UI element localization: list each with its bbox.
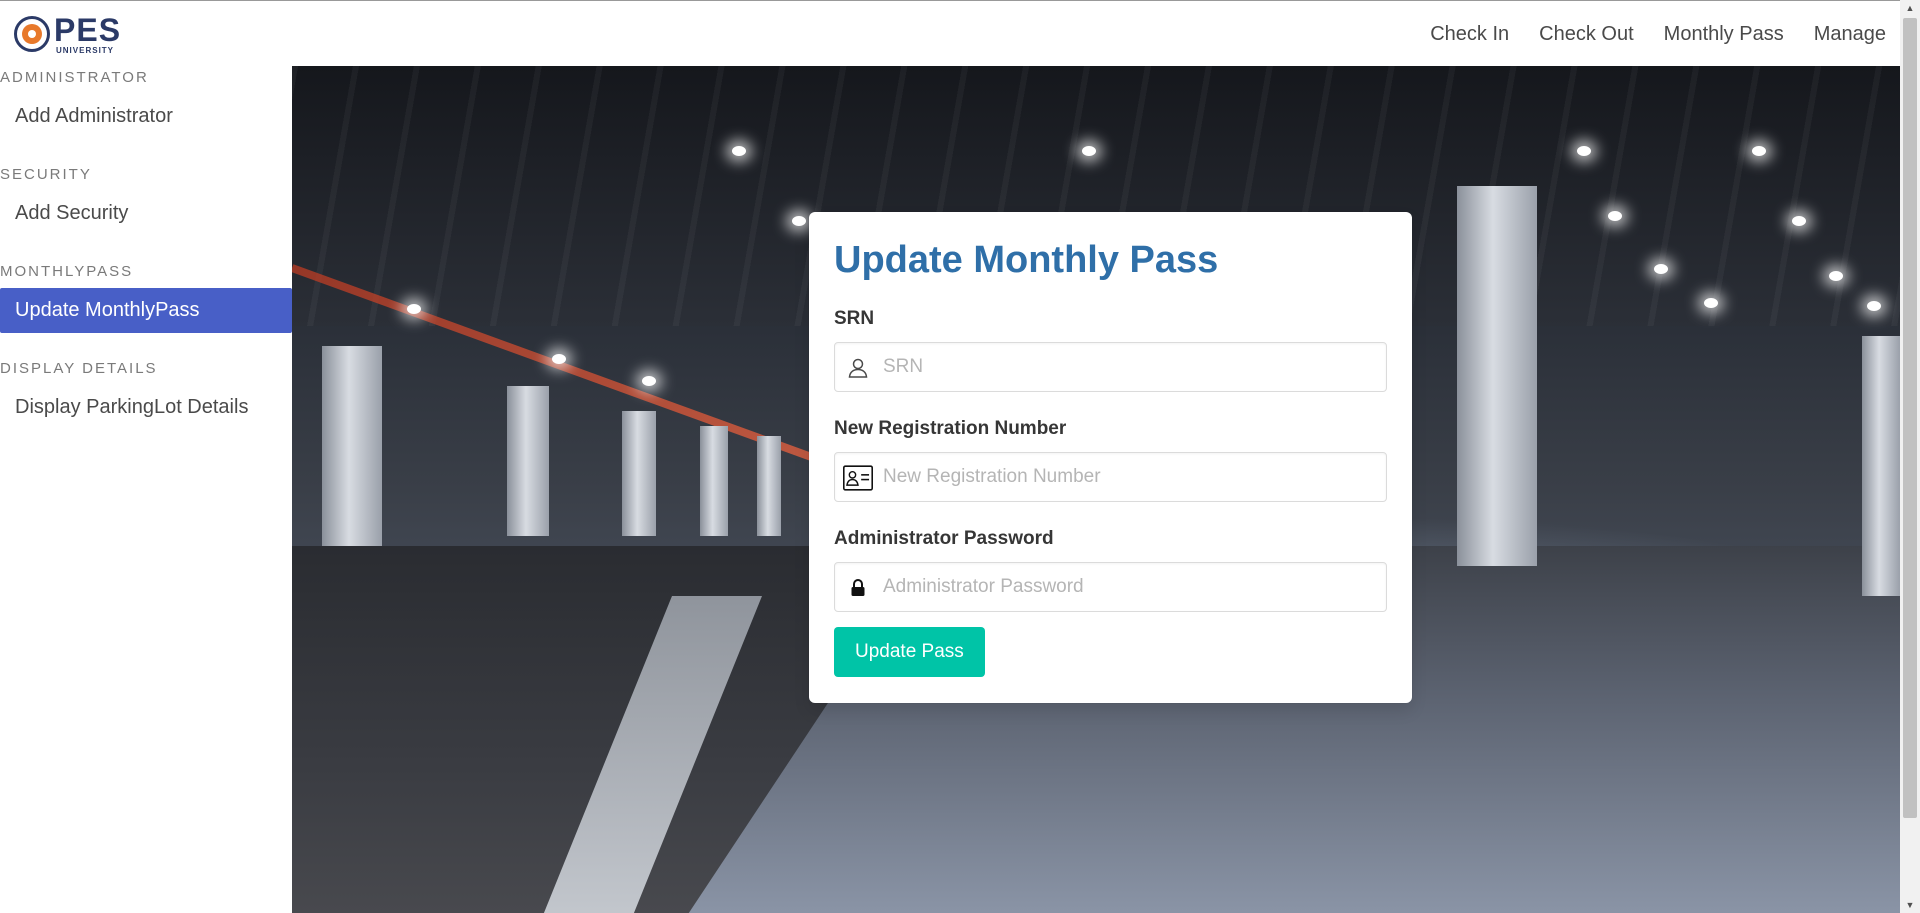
update-pass-button[interactable]: Update Pass	[834, 627, 985, 677]
nav-manage[interactable]: Manage	[1814, 23, 1886, 46]
logo-text: PES UNIVERSITY	[54, 14, 121, 55]
menu-label-display-details: DISPLAY DETAILS	[0, 360, 158, 377]
registration-number-input[interactable]	[883, 452, 1383, 501]
sidebar-menu: ADMINISTRATOR Add Administrator SECURITY…	[0, 66, 292, 913]
form-title: Update Monthly Pass	[834, 239, 1219, 281]
admin-password-label: Administrator Password	[834, 527, 1054, 549]
logo-emblem-icon	[14, 16, 50, 52]
update-monthly-pass-card: Update Monthly Pass SRN New Registration…	[809, 212, 1412, 703]
ceiling-light-decor	[1829, 271, 1843, 281]
srn-control	[834, 341, 1387, 392]
ceiling-light-decor	[792, 216, 806, 226]
admin-password-input[interactable]	[883, 562, 1383, 611]
registration-number-field: New Registration Number	[834, 418, 1387, 502]
pillar-decor	[322, 346, 382, 546]
pillar-decor	[622, 411, 656, 536]
sidebar-item-add-administrator[interactable]: Add Administrator	[0, 94, 292, 139]
user-icon	[843, 353, 873, 383]
lock-icon	[843, 573, 873, 603]
menu-label-administrator: ADMINISTRATOR	[0, 69, 149, 86]
sidebar-item-add-security[interactable]: Add Security	[0, 191, 292, 236]
ceiling-light-decor	[1608, 211, 1622, 221]
ceiling-light-decor	[1577, 146, 1591, 156]
ceiling-light-decor	[1654, 264, 1668, 274]
logo-sub-text: UNIVERSITY	[56, 45, 115, 55]
nav-monthly-pass[interactable]: Monthly Pass	[1664, 23, 1784, 46]
pillar-decor	[1457, 186, 1537, 566]
scroll-thumb[interactable]	[1903, 18, 1917, 818]
page-scrollbar[interactable]: ▲ ▼	[1900, 0, 1920, 913]
registration-number-label: New Registration Number	[834, 417, 1067, 439]
srn-input[interactable]	[883, 342, 1383, 391]
srn-label: SRN	[834, 307, 875, 329]
ceiling-light-decor	[732, 146, 746, 156]
pillar-decor	[1862, 336, 1900, 596]
ceiling-light-decor	[407, 304, 421, 314]
pillar-decor	[507, 386, 549, 536]
pillar-decor	[757, 436, 781, 536]
registration-number-control	[834, 451, 1387, 502]
menu-label-security: SECURITY	[0, 166, 92, 183]
menu-label-monthlypass: MONTHLYPASS	[0, 263, 134, 280]
nav-check-in[interactable]: Check In	[1430, 23, 1509, 46]
scroll-down-arrow-icon[interactable]: ▼	[1900, 897, 1920, 913]
ceiling-light-decor	[1752, 146, 1766, 156]
ceiling-light-decor	[1704, 298, 1718, 308]
pillar-decor	[700, 426, 728, 536]
nav-links: Check In Check Out Monthly Pass Manage	[1400, 1, 1886, 67]
brand-logo[interactable]: PES UNIVERSITY	[14, 14, 121, 54]
sidebar-item-display-parkinglot-details[interactable]: Display ParkingLot Details	[0, 385, 292, 430]
srn-field: SRN	[834, 308, 1387, 392]
admin-password-control	[834, 561, 1387, 612]
ceiling-light-decor	[1082, 146, 1096, 156]
ceiling-light-decor	[642, 376, 656, 386]
ceiling-light-decor	[1792, 216, 1806, 226]
navbar: PES UNIVERSITY Check In Check Out Monthl…	[0, 0, 1900, 66]
id-card-icon	[843, 463, 873, 493]
nav-check-out[interactable]: Check Out	[1539, 23, 1633, 46]
sidebar-item-update-monthlypass[interactable]: Update MonthlyPass	[0, 288, 292, 333]
scroll-up-arrow-icon[interactable]: ▲	[1900, 0, 1920, 16]
admin-password-field: Administrator Password	[834, 528, 1387, 612]
ceiling-light-decor	[1867, 301, 1881, 311]
logo-main-text: PES	[54, 11, 122, 48]
ceiling-light-decor	[552, 354, 566, 364]
